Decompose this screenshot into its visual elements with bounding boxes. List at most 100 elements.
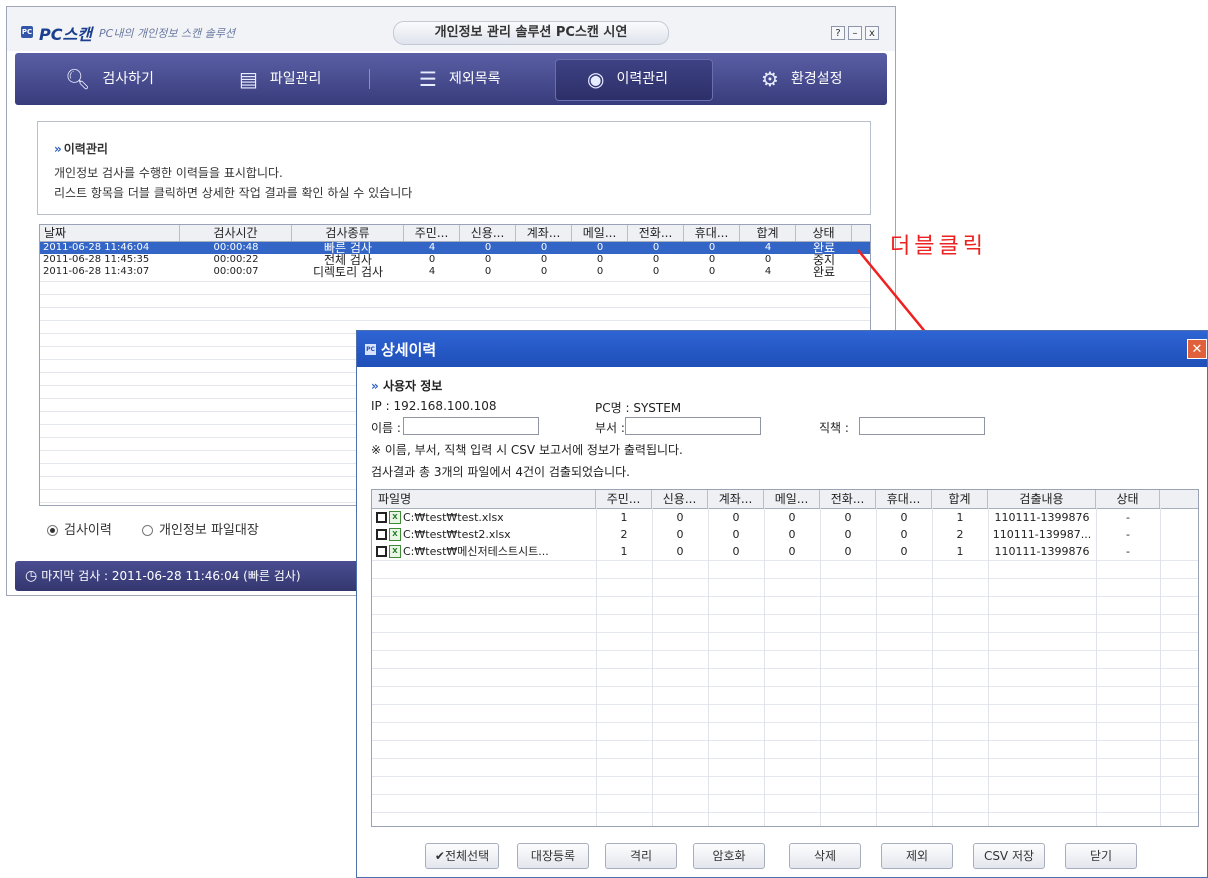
history-cell: 4: [428, 266, 436, 277]
history-cell: 0: [596, 254, 604, 265]
file-column-header[interactable]: 신용...: [652, 490, 708, 508]
file-name-cell: X C:₩test₩test.xlsx: [372, 509, 596, 526]
history-column-header[interactable]: 주민...: [404, 225, 460, 241]
history-column-header[interactable]: 검사종류: [292, 225, 404, 241]
user-section-title-text: 사용자 정보: [382, 379, 443, 393]
radio-ledger-label: 개인정보 파일대장: [158, 523, 259, 538]
file-row[interactable]: X C:₩test₩test.xlsx 1 0 0 0 0 0 1 110111-1399876 -: [372, 509, 1198, 526]
nav-exclusions-label: 제외목록: [448, 71, 501, 87]
csv-save-button[interactable]: CSV 저장: [973, 843, 1045, 869]
file-checkbox[interactable]: [376, 512, 387, 523]
name-input[interactable]: [403, 417, 539, 435]
view-mode-radios: 검사이력 개인정보 파일대장: [47, 519, 259, 538]
pc-name-text: PC명 : SYSTEM: [595, 401, 682, 415]
file-column-header[interactable]: 휴대...: [876, 490, 932, 508]
nav-files[interactable]: ▤ 파일관리: [239, 53, 321, 105]
column-divider: [820, 508, 821, 826]
file-cell: -: [1126, 511, 1130, 524]
history-cell: 0: [652, 242, 660, 253]
file-column-header[interactable]: 전화...: [820, 490, 876, 508]
history-column-header[interactable]: 합계: [740, 225, 796, 241]
exclude-button[interactable]: 제외: [881, 843, 953, 869]
file-column-header[interactable]: 파일명: [372, 490, 596, 508]
dialog-app-icon: PC: [365, 344, 376, 355]
last-scan-text: 마지막 검사 : 2011-06-28 11:46:04 (빠른 검사): [41, 569, 301, 583]
history-column-header[interactable]: 날짜: [40, 225, 180, 241]
radio-history[interactable]: 검사이력: [47, 523, 112, 538]
file-table-header: 파일명 주민... 신용... 계좌... 메일... 전화... 휴대... 합계 검출내용 상…: [372, 490, 1198, 509]
name-label: 이름 :: [371, 421, 401, 435]
info-panel: » 이력관리 개인정보 검사를 수행한 이력들을 표시합니다. 리스트 항목을 더…: [37, 121, 871, 215]
file-row[interactable]: X C:₩test₩test2.xlsx 2 0 0 0 0 0 2 110111-139987.…: [372, 526, 1198, 543]
close-button[interactable]: x: [865, 26, 879, 40]
nav-settings[interactable]: ⚙ 환경설정: [761, 53, 842, 105]
excel-file-icon: X: [389, 511, 401, 524]
detail-file-table[interactable]: 파일명 주민... 신용... 계좌... 메일... 전화... 휴대... 합계 검출내용 상…: [371, 489, 1199, 827]
dept-input[interactable]: [625, 417, 761, 435]
history-column-header[interactable]: 검사시간: [180, 225, 292, 241]
excel-file-icon: X: [389, 528, 401, 541]
history-cell: 0: [652, 254, 660, 265]
history-row[interactable]: 2011-06-28 11:43:07 00:00:07 디렉토리 검사 4 0 0 0 0 0…: [40, 266, 870, 278]
double-click-annotation: 더블클릭: [890, 234, 987, 259]
file-column-header[interactable]: 계좌...: [708, 490, 764, 508]
history-column-header[interactable]: 계좌...: [516, 225, 572, 241]
register-ledger-button[interactable]: 대장등록: [517, 843, 589, 869]
nav-scan[interactable]: 🔍︎ 검사하기: [65, 53, 154, 105]
history-row[interactable]: 2011-06-28 11:46:04 00:00:48 빠른 검사 4 0 0 0 0 0 4 완…: [40, 242, 870, 254]
file-cell: 110111-1399876: [994, 545, 1090, 558]
file-column-header[interactable]: 주민...: [596, 490, 652, 508]
history-column-header[interactable]: 휴대...: [684, 225, 740, 241]
dialog-title: 상세이력: [381, 341, 437, 359]
history-cell: 00:00:22: [213, 254, 259, 265]
select-all-button[interactable]: ✔전체선택: [425, 843, 499, 869]
file-table-body: X C:₩test₩test.xlsx 1 0 0 0 0 0 1 110111-1399876-…: [372, 509, 1198, 560]
delete-button[interactable]: 삭제: [789, 843, 861, 869]
file-cell: 0: [732, 545, 740, 558]
radio-ledger[interactable]: 개인정보 파일대장: [141, 523, 259, 538]
history-column-header[interactable]: 메일...: [572, 225, 628, 241]
file-column-header[interactable]: 메일...: [764, 490, 820, 508]
file-checkbox[interactable]: [376, 546, 387, 557]
history-row[interactable]: 2011-06-28 11:45:35 00:00:22 전체 검사 0 0 0 0 0 0 0 중…: [40, 254, 870, 266]
dialog-close-button[interactable]: ✕: [1187, 339, 1207, 359]
history-cell: 0: [764, 254, 772, 265]
file-cell: 0: [844, 545, 852, 558]
column-divider: [932, 508, 933, 826]
file-cell: 0: [732, 528, 740, 541]
history-column-header[interactable]: 전화...: [628, 225, 684, 241]
file-column-header[interactable]: 검출내용: [988, 490, 1096, 508]
dept-label: 부서 :: [595, 421, 625, 435]
file-cell: 0: [676, 511, 684, 524]
column-divider: [1096, 508, 1097, 826]
clock-icon: ◷: [25, 568, 38, 584]
app-subtitle: PC내의 개인정보 스캔 솔루션: [99, 27, 236, 40]
user-section-title: » 사용자 정보: [371, 377, 442, 394]
file-name-cell: X C:₩test₩메신저테스트시트...: [372, 543, 596, 560]
file-table-grid: [372, 560, 1198, 826]
file-column-header[interactable]: 합계: [932, 490, 988, 508]
quarantine-button[interactable]: 격리: [605, 843, 677, 869]
file-cell: 0: [788, 528, 796, 541]
nav-files-label: 파일관리: [269, 71, 322, 87]
csv-notice: ※ 이름, 부서, 직책 입력 시 CSV 보고서에 정보가 출력됩니다.: [371, 443, 683, 457]
history-cell: 0: [484, 254, 492, 265]
history-column-header[interactable]: 신용...: [460, 225, 516, 241]
file-row[interactable]: X C:₩test₩메신저테스트시트... 1 0 0 0 0 0 1 110111-139987…: [372, 543, 1198, 560]
nav-history[interactable]: ◉ 이력관리: [587, 53, 668, 105]
close-dialog-button[interactable]: 닫기: [1065, 843, 1137, 869]
file-cell: 0: [900, 528, 908, 541]
history-cell: 0: [708, 254, 716, 265]
file-column-header[interactable]: 상태: [1096, 490, 1160, 508]
nav-exclusions[interactable]: ☰ 제외목록: [419, 53, 500, 105]
history-column-header[interactable]: 상태: [796, 225, 852, 241]
encrypt-button[interactable]: 암호화: [693, 843, 765, 869]
file-cell: 0: [900, 545, 908, 558]
history-cell: 0: [596, 242, 604, 253]
help-button[interactable]: ?: [831, 26, 845, 40]
position-input[interactable]: [859, 417, 985, 435]
radio-history-label: 검사이력: [64, 523, 112, 538]
minimize-button[interactable]: –: [848, 26, 862, 40]
file-checkbox[interactable]: [376, 529, 387, 540]
file-cell: 2: [956, 528, 964, 541]
